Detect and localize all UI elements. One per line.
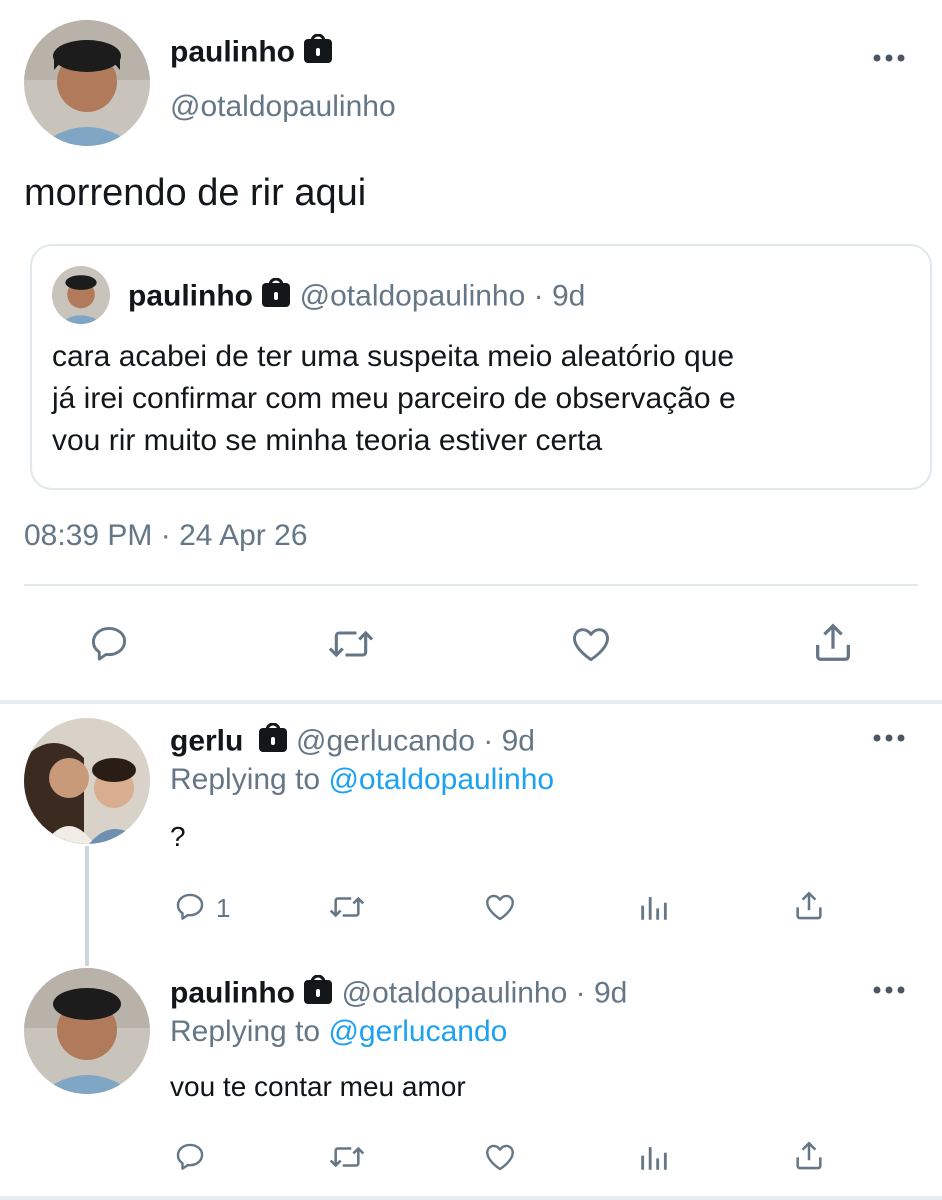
like-icon[interactable] [568,622,614,666]
display-name[interactable]: gerlu [170,724,243,757]
tweet-text: morrendo de rir aqui [24,172,367,214]
reply-meta[interactable]: @otaldopaulinho · 9d [342,976,628,1009]
share-icon[interactable] [792,888,826,924]
quote-avatar [52,266,110,324]
more-icon[interactable] [872,982,906,998]
quote-text-line: vou rir muito se minha teoria estiver ce… [52,424,603,457]
analytics-icon[interactable] [637,1140,671,1174]
quote-display-name: paulinho [128,279,253,313]
display-name[interactable]: paulinho [170,35,295,68]
avatar[interactable] [24,718,150,844]
retweet-icon[interactable] [326,890,368,924]
replying-prefix: Replying to [170,763,329,796]
quote-meta: @otaldopaulinho · 9d [299,279,586,313]
share-icon[interactable] [810,620,856,666]
replying-prefix: Replying to [170,1015,329,1048]
replying-to: Replying to @otaldopaulinho [170,762,554,798]
like-icon[interactable] [482,1140,518,1174]
retweet-icon[interactable] [326,1140,368,1174]
more-icon[interactable] [872,730,906,746]
reply-icon[interactable] [86,622,132,666]
bottom-divider [0,1196,942,1200]
analytics-icon[interactable] [637,890,671,924]
replying-handle-link[interactable]: @otaldopaulinho [328,763,554,796]
lock-icon [258,722,288,762]
reply-icon[interactable] [172,890,208,924]
replying-to: Replying to @gerlucando [170,1014,507,1050]
like-icon[interactable] [482,890,518,924]
thread-line [85,846,89,966]
quote-text-line: já irei confirmar com meu parceiro de ob… [52,382,736,415]
display-name[interactable]: paulinho [170,976,295,1009]
divider [24,584,918,586]
author-handle[interactable]: @otaldopaulinho [170,89,396,125]
quote-text: cara acabei de ter uma suspeita meio ale… [52,336,736,462]
tweet-timestamp[interactable]: 08:39 PM · 24 Apr 26 [24,518,308,554]
reply-icon[interactable] [172,1140,208,1174]
lock-icon [261,277,291,317]
quote-text-line: cara acabei de ter uma suspeita meio ale… [52,340,735,373]
more-icon[interactable] [872,50,906,66]
avatar[interactable] [24,968,150,1094]
lock-icon [303,33,333,73]
avatar[interactable] [24,20,150,146]
lock-icon [303,974,333,1014]
reply-text: vou te contar meu amor [170,1071,466,1102]
reply-meta[interactable]: @gerlucando · 9d [296,724,535,757]
retweet-icon[interactable] [325,622,377,666]
share-icon[interactable] [792,1138,826,1174]
section-divider [0,700,942,704]
replying-handle-link[interactable]: @gerlucando [328,1015,507,1048]
reply-count: 1 [216,893,231,923]
reply-text: ? [170,821,186,852]
author-name[interactable]: paulinho [170,33,333,73]
quote-tweet-card[interactable]: paulinho @otaldopaulinho · 9d cara acabe… [30,244,932,490]
